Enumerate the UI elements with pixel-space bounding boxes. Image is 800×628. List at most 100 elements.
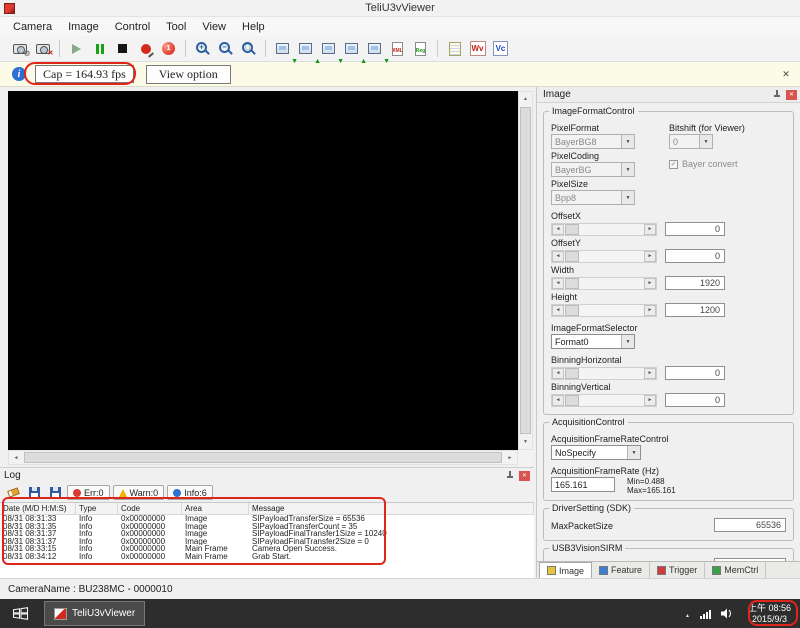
record-button[interactable] <box>134 38 157 60</box>
vc-tool-button[interactable]: Vc <box>489 38 512 60</box>
log-row[interactable]: 08/31 08:34:12 Info 0x00000000 Main Frame Gr… <box>0 553 534 561</box>
zoom-in-button[interactable]: + <box>191 38 214 60</box>
tray-chevron-icon[interactable] <box>685 608 690 620</box>
menu-view[interactable]: View <box>194 19 234 35</box>
speaker-icon[interactable] <box>720 608 734 619</box>
taskbar-app-button[interactable]: TeliU3vViewer <box>44 601 146 626</box>
taskbar-clock[interactable]: 上午 08:56 2015/9/3 <box>744 603 795 625</box>
slider-right-icon[interactable] <box>644 250 656 262</box>
slider-right-icon[interactable] <box>644 394 656 406</box>
camera-settings-save-button[interactable] <box>271 38 294 60</box>
slider-thumb[interactable] <box>565 277 579 289</box>
slider-left-icon[interactable] <box>552 367 564 379</box>
menu-tool[interactable]: Tool <box>158 19 194 35</box>
log-row[interactable]: 08/31 08:31:33 Info 0x00000000 Image SIPaylo… <box>0 515 534 523</box>
offset-x-slider[interactable] <box>551 222 657 236</box>
pin-icon[interactable] <box>506 471 514 480</box>
start-button[interactable] <box>0 599 40 628</box>
bitshift-select[interactable]: 0 <box>669 134 713 149</box>
grab-pause-button[interactable] <box>88 38 111 60</box>
snapshot-counter-button[interactable]: 1 <box>157 38 180 60</box>
vertical-scroll-thumb[interactable] <box>520 107 531 434</box>
zoom-fit-button[interactable]: □ <box>237 38 260 60</box>
slider-right-icon[interactable] <box>644 277 656 289</box>
slider-left-icon[interactable] <box>552 277 564 289</box>
view-option-button[interactable]: View option <box>145 64 231 84</box>
slider-right-icon[interactable] <box>644 367 656 379</box>
offset-y-value[interactable]: 0 <box>665 249 725 263</box>
vertical-scrollbar[interactable] <box>518 91 533 450</box>
slider-left-icon[interactable] <box>552 304 564 316</box>
camera-settings-load-button[interactable] <box>294 38 317 60</box>
image-format-selector-select[interactable]: Format0 <box>551 334 635 349</box>
slider-right-icon[interactable] <box>644 304 656 316</box>
tab-trigger[interactable]: Trigger <box>650 562 706 578</box>
tab-feature[interactable]: Feature <box>592 562 651 578</box>
log-row[interactable]: 08/31 08:31:35 Info 0x00000000 Image SIPaylo… <box>0 523 534 531</box>
log-column-type[interactable]: Type <box>76 503 118 514</box>
slider-thumb[interactable] <box>565 223 579 235</box>
log-save-as-button[interactable] <box>46 485 64 501</box>
viewer-settings-save-button[interactable] <box>317 38 340 60</box>
height-value[interactable]: 1200 <box>665 303 725 317</box>
scroll-right-icon[interactable] <box>503 451 517 464</box>
scroll-left-icon[interactable] <box>9 451 23 464</box>
image-display-area[interactable] <box>8 91 518 450</box>
log-clear-button[interactable] <box>4 485 22 501</box>
pin-icon[interactable] <box>773 90 781 99</box>
filter-info-button[interactable]: Info:6 <box>167 485 213 500</box>
log-row[interactable]: 08/31 08:33:15 Info 0x00000000 Main Frame Ca… <box>0 545 534 553</box>
menu-control[interactable]: Control <box>107 19 158 35</box>
wv-tool-button[interactable]: Wv <box>466 38 489 60</box>
panel-close-icon[interactable] <box>786 89 797 100</box>
slider-left-icon[interactable] <box>552 394 564 406</box>
tab-image[interactable]: Image <box>539 562 593 578</box>
binning-horizontal-slider[interactable] <box>551 366 657 380</box>
menu-image[interactable]: Image <box>60 19 107 35</box>
log-column-message[interactable]: Message <box>249 503 534 514</box>
log-row[interactable]: 08/31 08:31:37 Info 0x00000000 Image SIPaylo… <box>0 530 534 538</box>
register-access-button[interactable]: Reg <box>409 38 432 60</box>
horizontal-scrollbar[interactable] <box>8 450 518 465</box>
scroll-down-icon[interactable] <box>519 435 532 449</box>
log-column-area[interactable]: Area <box>182 503 249 514</box>
pixel-coding-select[interactable]: BayerBG <box>551 162 635 177</box>
acquisition-frame-rate-control-select[interactable]: NoSpecify <box>551 445 641 460</box>
offset-y-slider[interactable] <box>551 249 657 263</box>
width-value[interactable]: 1920 <box>665 276 725 290</box>
binning-vertical-value[interactable]: 0 <box>665 393 725 407</box>
log-save-button[interactable] <box>25 485 43 501</box>
slider-thumb[interactable] <box>565 367 579 379</box>
log-window-button[interactable] <box>443 38 466 60</box>
log-column-date[interactable]: Date (M/D H:M:S) <box>0 503 76 514</box>
network-icon[interactable] <box>699 609 711 619</box>
offset-x-value[interactable]: 0 <box>665 222 725 236</box>
log-row[interactable]: 08/31 08:31:37 Info 0x00000000 Image SIPaylo… <box>0 538 534 546</box>
log-column-code[interactable]: Code <box>118 503 182 514</box>
slider-thumb[interactable] <box>565 250 579 262</box>
slider-thumb[interactable] <box>565 394 579 406</box>
infobar-close-icon[interactable] <box>780 68 792 80</box>
filter-error-button[interactable]: Err:0 <box>67 485 110 500</box>
zoom-out-button[interactable]: − <box>214 38 237 60</box>
binning-horizontal-value[interactable]: 0 <box>665 366 725 380</box>
bayer-convert-checkbox[interactable]: Bayer convert <box>669 159 786 169</box>
menu-camera[interactable]: Camera <box>5 19 60 35</box>
slider-right-icon[interactable] <box>644 223 656 235</box>
grab-stop-button[interactable] <box>111 38 134 60</box>
viewer-settings-load-button[interactable] <box>340 38 363 60</box>
slider-left-icon[interactable] <box>552 250 564 262</box>
pixel-size-select[interactable]: Bpp8 <box>551 190 635 205</box>
filter-warning-button[interactable]: Warn:0 <box>112 485 165 500</box>
log-close-icon[interactable] <box>519 470 530 481</box>
pixel-format-select[interactable]: BayerBG8 <box>551 134 635 149</box>
settings-refresh-button[interactable] <box>363 38 386 60</box>
menu-help[interactable]: Help <box>234 19 273 35</box>
binning-vertical-slider[interactable] <box>551 393 657 407</box>
height-slider[interactable] <box>551 303 657 317</box>
max-packet-size-input[interactable]: 65536 <box>714 518 786 532</box>
camera-open-button[interactable]: ⚙ <box>8 38 31 60</box>
slider-left-icon[interactable] <box>552 223 564 235</box>
grab-start-button[interactable] <box>65 38 88 60</box>
camera-close-button[interactable]: ✕ <box>31 38 54 60</box>
